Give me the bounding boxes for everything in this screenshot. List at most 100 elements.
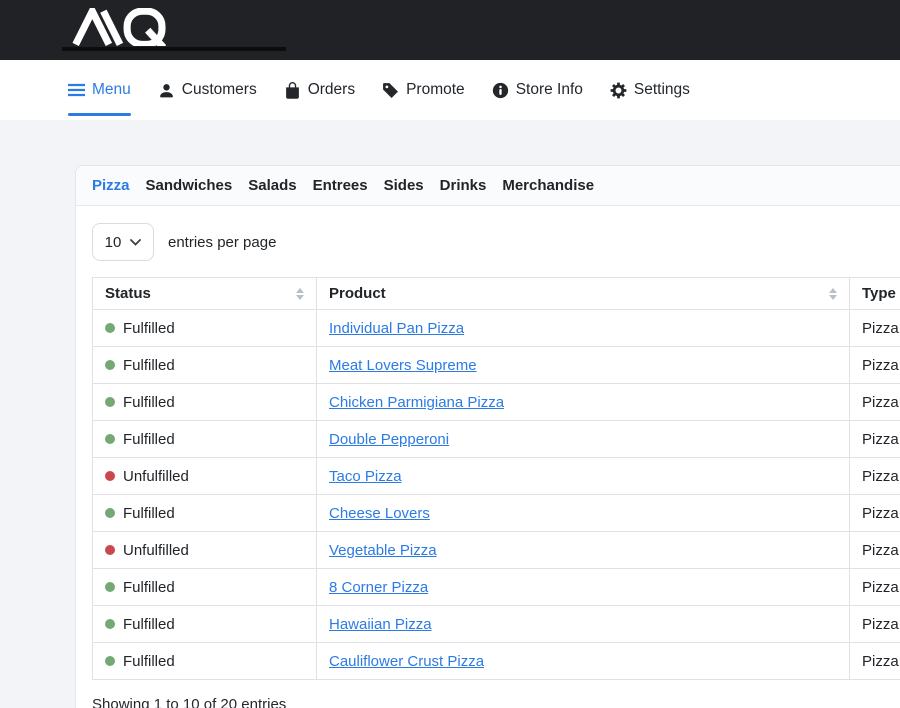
status-dot-icon xyxy=(105,508,115,518)
type-label: Pizza xyxy=(862,653,899,670)
product-cell: Chicken Parmigiana Pizza xyxy=(317,384,850,421)
tab-entrees[interactable]: Entrees xyxy=(313,177,368,194)
status-dot-icon xyxy=(105,619,115,629)
column-label: Product xyxy=(329,285,386,302)
top-header-bar xyxy=(0,0,900,60)
product-cell: Individual Pan Pizza xyxy=(317,310,850,347)
table-row: Unfulfilled Vegetable Pizza Pizza xyxy=(93,532,900,569)
type-label: Pizza xyxy=(862,542,899,559)
type-label: Pizza xyxy=(862,579,899,596)
status-cell: Fulfilled xyxy=(93,310,317,347)
type-cell: Pizza xyxy=(850,347,900,384)
status-label: Fulfilled xyxy=(123,357,175,374)
status-dot-icon xyxy=(105,360,115,370)
product-link[interactable]: Chicken Parmigiana Pizza xyxy=(329,394,504,411)
status-cell: Fulfilled xyxy=(93,421,317,458)
type-label: Pizza xyxy=(862,616,899,633)
status-label: Fulfilled xyxy=(123,505,175,522)
product-link[interactable]: 8 Corner Pizza xyxy=(329,579,428,596)
type-cell: Pizza xyxy=(850,532,900,569)
tab-pizza[interactable]: Pizza xyxy=(92,177,130,194)
nav-item-menu[interactable]: Menu xyxy=(68,60,131,120)
sort-icon xyxy=(296,288,304,300)
table-row: Fulfilled Meat Lovers Supreme Pizza xyxy=(93,347,900,384)
table-row: Unfulfilled Taco Pizza Pizza xyxy=(93,458,900,495)
product-cell: Hawaiian Pizza xyxy=(317,606,850,643)
nav-item-store-info[interactable]: Store Info xyxy=(492,60,583,120)
type-cell: Pizza xyxy=(850,458,900,495)
nav-item-label: Store Info xyxy=(516,81,583,99)
column-header-status[interactable]: Status xyxy=(93,278,317,310)
status-dot-icon xyxy=(105,545,115,555)
status-cell: Fulfilled xyxy=(93,495,317,532)
status-label: Unfulfilled xyxy=(123,468,189,485)
main-navigation: Menu Customers Orders Promote xyxy=(0,60,900,120)
product-link[interactable]: Hawaiian Pizza xyxy=(329,616,432,633)
type-label: Pizza xyxy=(862,394,899,411)
tag-icon xyxy=(382,82,399,99)
active-nav-underline xyxy=(68,113,131,116)
product-cell: Cauliflower Crust Pizza xyxy=(317,643,850,680)
type-cell: Pizza xyxy=(850,384,900,421)
tab-sides[interactable]: Sides xyxy=(384,177,424,194)
nav-item-orders[interactable]: Orders xyxy=(284,60,355,120)
status-dot-icon xyxy=(105,397,115,407)
nav-item-label: Promote xyxy=(406,81,465,99)
status-cell: Fulfilled xyxy=(93,569,317,606)
product-link[interactable]: Meat Lovers Supreme xyxy=(329,357,477,374)
type-label: Pizza xyxy=(862,431,899,448)
nav-item-promote[interactable]: Promote xyxy=(382,60,465,120)
tab-salads[interactable]: Salads xyxy=(248,177,296,194)
status-cell: Unfulfilled xyxy=(93,458,317,495)
status-cell: Fulfilled xyxy=(93,606,317,643)
type-cell: Pizza xyxy=(850,310,900,347)
tab-sandwiches[interactable]: Sandwiches xyxy=(146,177,233,194)
aiq-logo-icon xyxy=(64,8,176,46)
bag-icon xyxy=(284,82,301,99)
entries-per-page-select[interactable]: 10 xyxy=(92,223,154,261)
status-dot-icon xyxy=(105,434,115,444)
nav-item-customers[interactable]: Customers xyxy=(158,60,257,120)
product-cell: 8 Corner Pizza xyxy=(317,569,850,606)
table-row: Fulfilled Cheese Lovers Pizza xyxy=(93,495,900,532)
chevron-down-icon xyxy=(130,239,141,246)
table-row: Fulfilled Individual Pan Pizza Pizza xyxy=(93,310,900,347)
status-label: Fulfilled xyxy=(123,579,175,596)
menu-card: Pizza Sandwiches Salads Entrees Sides Dr… xyxy=(75,165,900,708)
brand-logo[interactable] xyxy=(64,8,176,51)
product-link[interactable]: Double Pepperoni xyxy=(329,431,449,448)
nav-item-label: Orders xyxy=(308,81,355,99)
type-cell: Pizza xyxy=(850,643,900,680)
column-header-type[interactable]: Type xyxy=(850,278,900,310)
product-link[interactable]: Individual Pan Pizza xyxy=(329,320,464,337)
nav-item-settings[interactable]: Settings xyxy=(610,60,690,120)
gear-icon xyxy=(610,82,627,99)
tab-merchandise[interactable]: Merchandise xyxy=(502,177,594,194)
product-link[interactable]: Cauliflower Crust Pizza xyxy=(329,653,484,670)
column-label: Type xyxy=(862,285,896,302)
person-icon xyxy=(158,82,175,99)
table-row: Fulfilled Hawaiian Pizza Pizza xyxy=(93,606,900,643)
table-row: Fulfilled Cauliflower Crust Pizza Pizza xyxy=(93,643,900,680)
status-label: Unfulfilled xyxy=(123,542,189,559)
type-cell: Pizza xyxy=(850,569,900,606)
table-header-row: Status Product Type xyxy=(93,278,900,310)
product-link[interactable]: Cheese Lovers xyxy=(329,505,430,522)
category-tabs: Pizza Sandwiches Salads Entrees Sides Dr… xyxy=(76,166,900,206)
product-cell: Cheese Lovers xyxy=(317,495,850,532)
column-label: Status xyxy=(105,285,151,302)
product-cell: Meat Lovers Supreme xyxy=(317,347,850,384)
product-link[interactable]: Vegetable Pizza xyxy=(329,542,437,559)
logo-underline-bar xyxy=(62,47,286,51)
product-link[interactable]: Taco Pizza xyxy=(329,468,402,485)
sort-icon xyxy=(829,288,837,300)
products-table: Status Product Type xyxy=(92,277,900,680)
product-cell: Vegetable Pizza xyxy=(317,532,850,569)
column-header-product[interactable]: Product xyxy=(317,278,850,310)
type-label: Pizza xyxy=(862,320,899,337)
tab-drinks[interactable]: Drinks xyxy=(440,177,487,194)
table-row: Fulfilled Double Pepperoni Pizza xyxy=(93,421,900,458)
app-window: Menu Customers Orders Promote xyxy=(0,0,900,708)
status-cell: Fulfilled xyxy=(93,643,317,680)
status-label: Fulfilled xyxy=(123,394,175,411)
